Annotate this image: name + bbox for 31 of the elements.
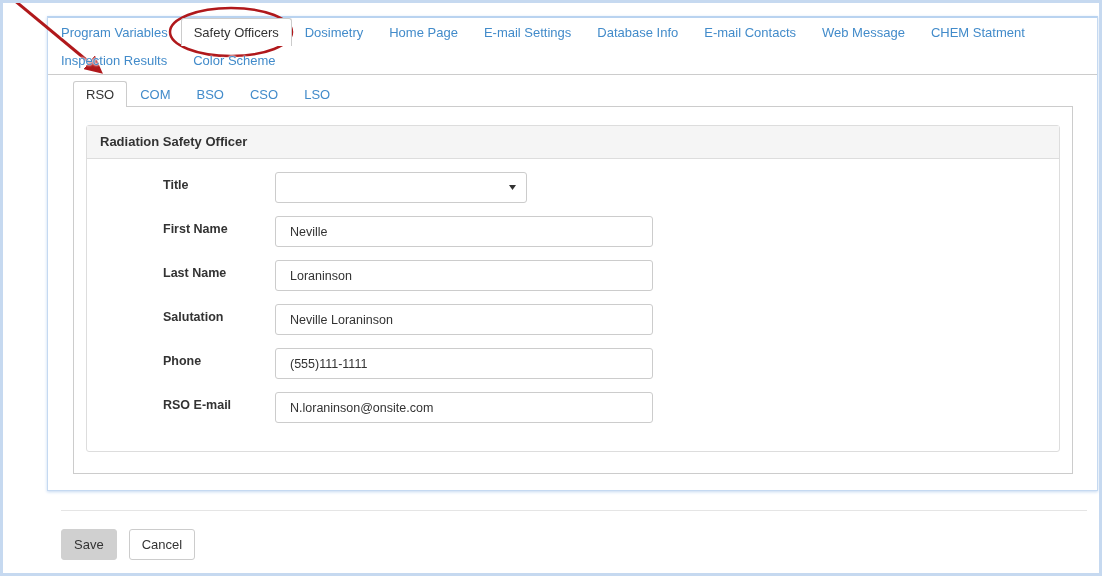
cancel-button[interactable]: Cancel [128,529,196,560]
officer-tab[interactable]: COM [127,81,184,107]
field-label: Phone [163,353,203,368]
caret-icon [509,185,516,190]
field-label: RSO E-mail [163,397,233,412]
nav-tab[interactable]: E-mail Contacts [691,18,809,46]
nav-tab[interactable]: Safety Officers [180,18,292,46]
input-field[interactable]: Loraninson [275,260,653,291]
field-label: Title [163,177,190,192]
officer-tab[interactable]: BSO [183,81,237,107]
officer-tab[interactable]: CSO [237,81,292,107]
input-field[interactable]: (555)111-1111 [275,348,653,379]
save-button[interactable]: Save [61,529,117,560]
field-label: Salutation [163,309,225,324]
input-field[interactable]: Neville Loraninson [275,304,653,335]
nav-tab[interactable]: E-mail Settings [470,18,585,46]
nav-tab[interactable]: Program Variables [48,18,181,46]
nav-tab[interactable]: Web Message [809,18,918,46]
nav-tab[interactable]: Dosimetry [291,18,377,46]
nav-tab[interactable]: Color Scheme [180,46,289,74]
nav-tab[interactable]: CHEM Statment [917,18,1038,46]
officer-tab[interactable]: RSO [73,81,128,107]
panel-title: Radiation Safety Officer [87,126,1059,159]
nav-tab[interactable]: Database Info [584,18,692,46]
input-field[interactable]: Neville [275,216,653,247]
field-label: Last Name [163,265,228,280]
input-field[interactable]: N.loraninson@onsite.com [275,392,653,423]
field-label: First Name [163,221,229,236]
nav-tab[interactable]: Home Page [376,18,471,46]
officer-tab[interactable]: LSO [291,81,344,107]
title-dropdown[interactable] [275,172,527,203]
